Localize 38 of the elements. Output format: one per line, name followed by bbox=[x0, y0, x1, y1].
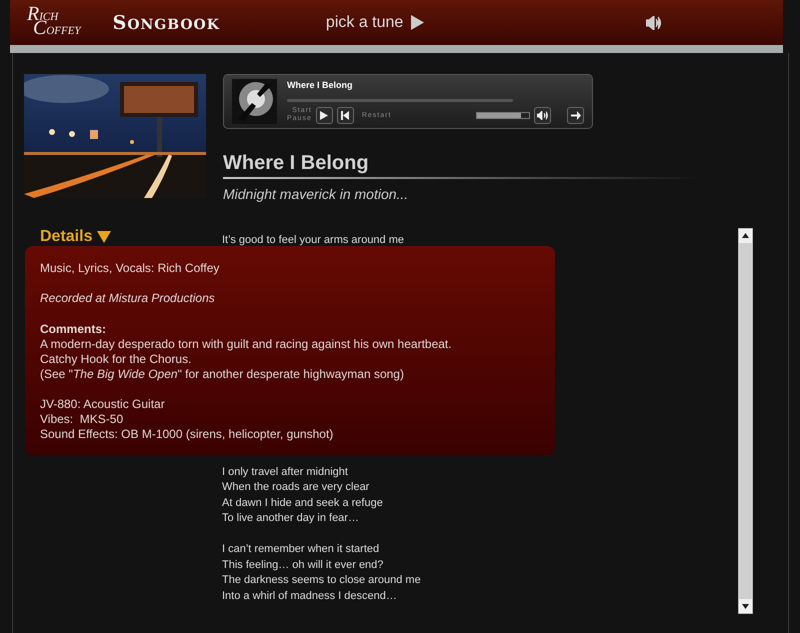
restart-icon bbox=[341, 110, 350, 120]
lyric-line: The darkness seems to close around me bbox=[222, 573, 421, 588]
speaker-icon[interactable] bbox=[646, 16, 662, 30]
comments-heading: Comments: bbox=[40, 322, 106, 337]
logo-text: COFFEY bbox=[33, 22, 81, 36]
play-button[interactable] bbox=[316, 106, 333, 124]
lyric-line: When the roads are very clear bbox=[222, 480, 370, 495]
volume-slider[interactable] bbox=[476, 112, 530, 118]
play-icon bbox=[411, 15, 424, 30]
song-title: Where I Belong bbox=[223, 152, 698, 179]
song-subtitle: Midnight maverick in motion... bbox=[223, 186, 410, 202]
comment-text: (See "The Big Wide Open" for another desperate highwayman song) bbox=[40, 367, 404, 382]
speaker-icon bbox=[537, 110, 548, 120]
lyric-line: It’s good to feel your arms around me bbox=[222, 233, 404, 248]
track-title: Where I Belong bbox=[287, 80, 354, 90]
comment-text: Catchy Hook for the Chorus. bbox=[40, 352, 192, 367]
details-toggle[interactable]: Details bbox=[40, 228, 112, 246]
scrollbar[interactable] bbox=[738, 228, 753, 614]
recording-note: Recorded at Mistura Productions bbox=[40, 291, 215, 306]
lyric-line: This feeling… oh will it ever end? bbox=[222, 558, 384, 572]
volume-button[interactable] bbox=[534, 106, 551, 124]
lyric-line: At dawn I hide and seek a refuge bbox=[222, 496, 383, 510]
pick-tune-link[interactable]: pick a tune bbox=[326, 14, 424, 32]
lyric-line: I only travel after midnight bbox=[222, 464, 348, 480]
comment-text: A modern-day desperado torn with guilt and racing against his own heartbeat. bbox=[40, 337, 452, 352]
instrument-text: Sound Effects: OB M-1000 (sirens, helicopter, gunshot) bbox=[40, 427, 334, 442]
next-button[interactable] bbox=[567, 106, 584, 124]
credits-text: Music, Lyrics, Vocals: Rich Coffey bbox=[40, 261, 220, 276]
play-icon bbox=[320, 110, 328, 120]
lyric-line: To live another day in fear… bbox=[222, 511, 359, 526]
site-title: SONGBOOK bbox=[112, 12, 220, 34]
lyric-line: I can’t remember when it started bbox=[222, 542, 380, 557]
lyric-line: Into a whirl of madness I descend… bbox=[222, 588, 397, 604]
instrument-text: Vibes: MKS-50 bbox=[40, 412, 124, 427]
arrow-right-icon bbox=[570, 110, 580, 120]
instrument-text: JV-880: Acoustic Guitar bbox=[40, 397, 165, 412]
restart-button[interactable] bbox=[336, 106, 354, 124]
caret-icon bbox=[97, 231, 112, 243]
